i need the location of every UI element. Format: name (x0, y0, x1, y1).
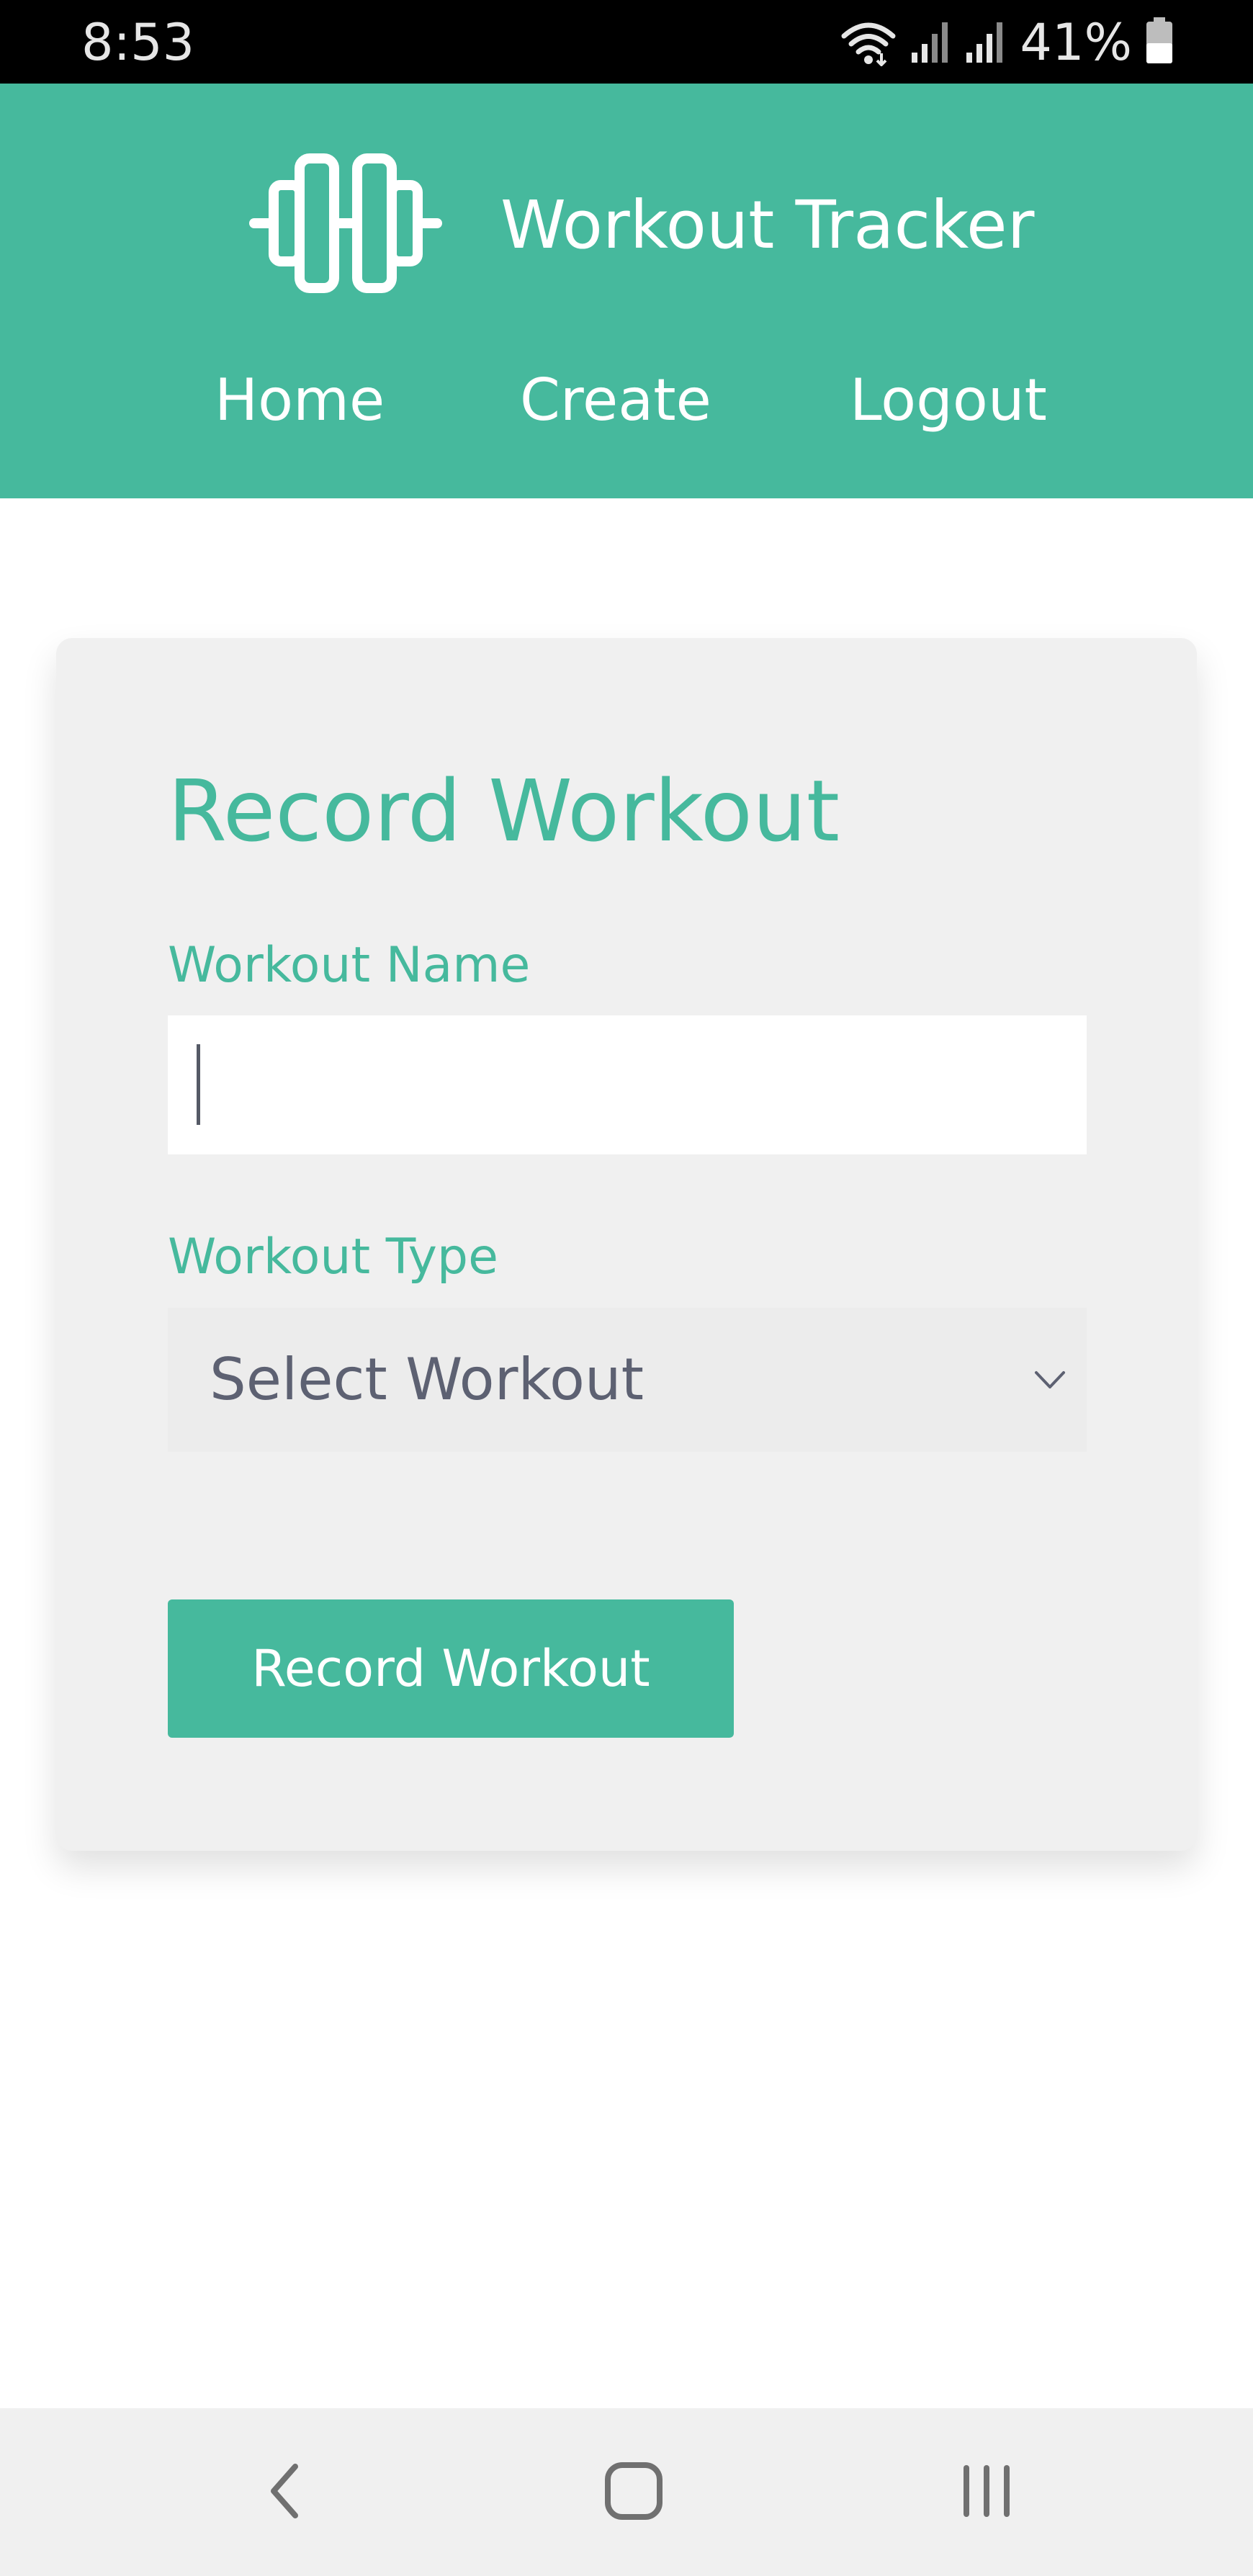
workout-name-label: Workout Name (168, 937, 531, 994)
system-back-button[interactable] (238, 2408, 331, 2576)
system-nav-bar (0, 2408, 1253, 2576)
status-time: 8:53 (81, 13, 195, 72)
dumbbell-icon (248, 151, 443, 298)
back-icon (266, 2462, 302, 2523)
record-workout-button[interactable]: Record Workout (168, 1599, 734, 1738)
status-bar: 8:53 41% (0, 0, 1253, 84)
app-title: Workout Tracker (500, 186, 1035, 264)
wifi-icon (840, 16, 897, 69)
system-home-button[interactable] (587, 2408, 681, 2576)
workout-name-input[interactable] (168, 1015, 1087, 1154)
chevron-down-icon (1033, 1367, 1066, 1393)
app-header: Workout Tracker Home Create Logout (0, 84, 1253, 498)
brand[interactable]: Workout Tracker (248, 153, 1034, 297)
workout-type-selected: Select Workout (210, 1346, 644, 1413)
battery-percent: 41% (1020, 13, 1132, 72)
record-workout-card: Record Workout Workout Name Workout Type… (56, 638, 1197, 1851)
battery-icon (1145, 17, 1174, 68)
home-icon (603, 2461, 664, 2524)
workout-type-label: Workout Type (168, 1229, 498, 1285)
status-icons: 41% (840, 10, 1174, 75)
workout-type-select[interactable]: Select Workout (168, 1308, 1087, 1452)
system-recent-apps-button[interactable] (940, 2408, 1033, 2576)
signal-icon (910, 18, 952, 67)
main-nav: Home Create Logout (0, 354, 1253, 447)
recent-apps-icon (958, 2462, 1015, 2523)
nav-logout-link[interactable]: Logout (850, 354, 1047, 447)
signal-icon (965, 18, 1007, 67)
nav-create-link[interactable]: Create (520, 354, 711, 447)
nav-home-link[interactable]: Home (215, 354, 385, 447)
form-title: Record Workout (168, 761, 840, 861)
